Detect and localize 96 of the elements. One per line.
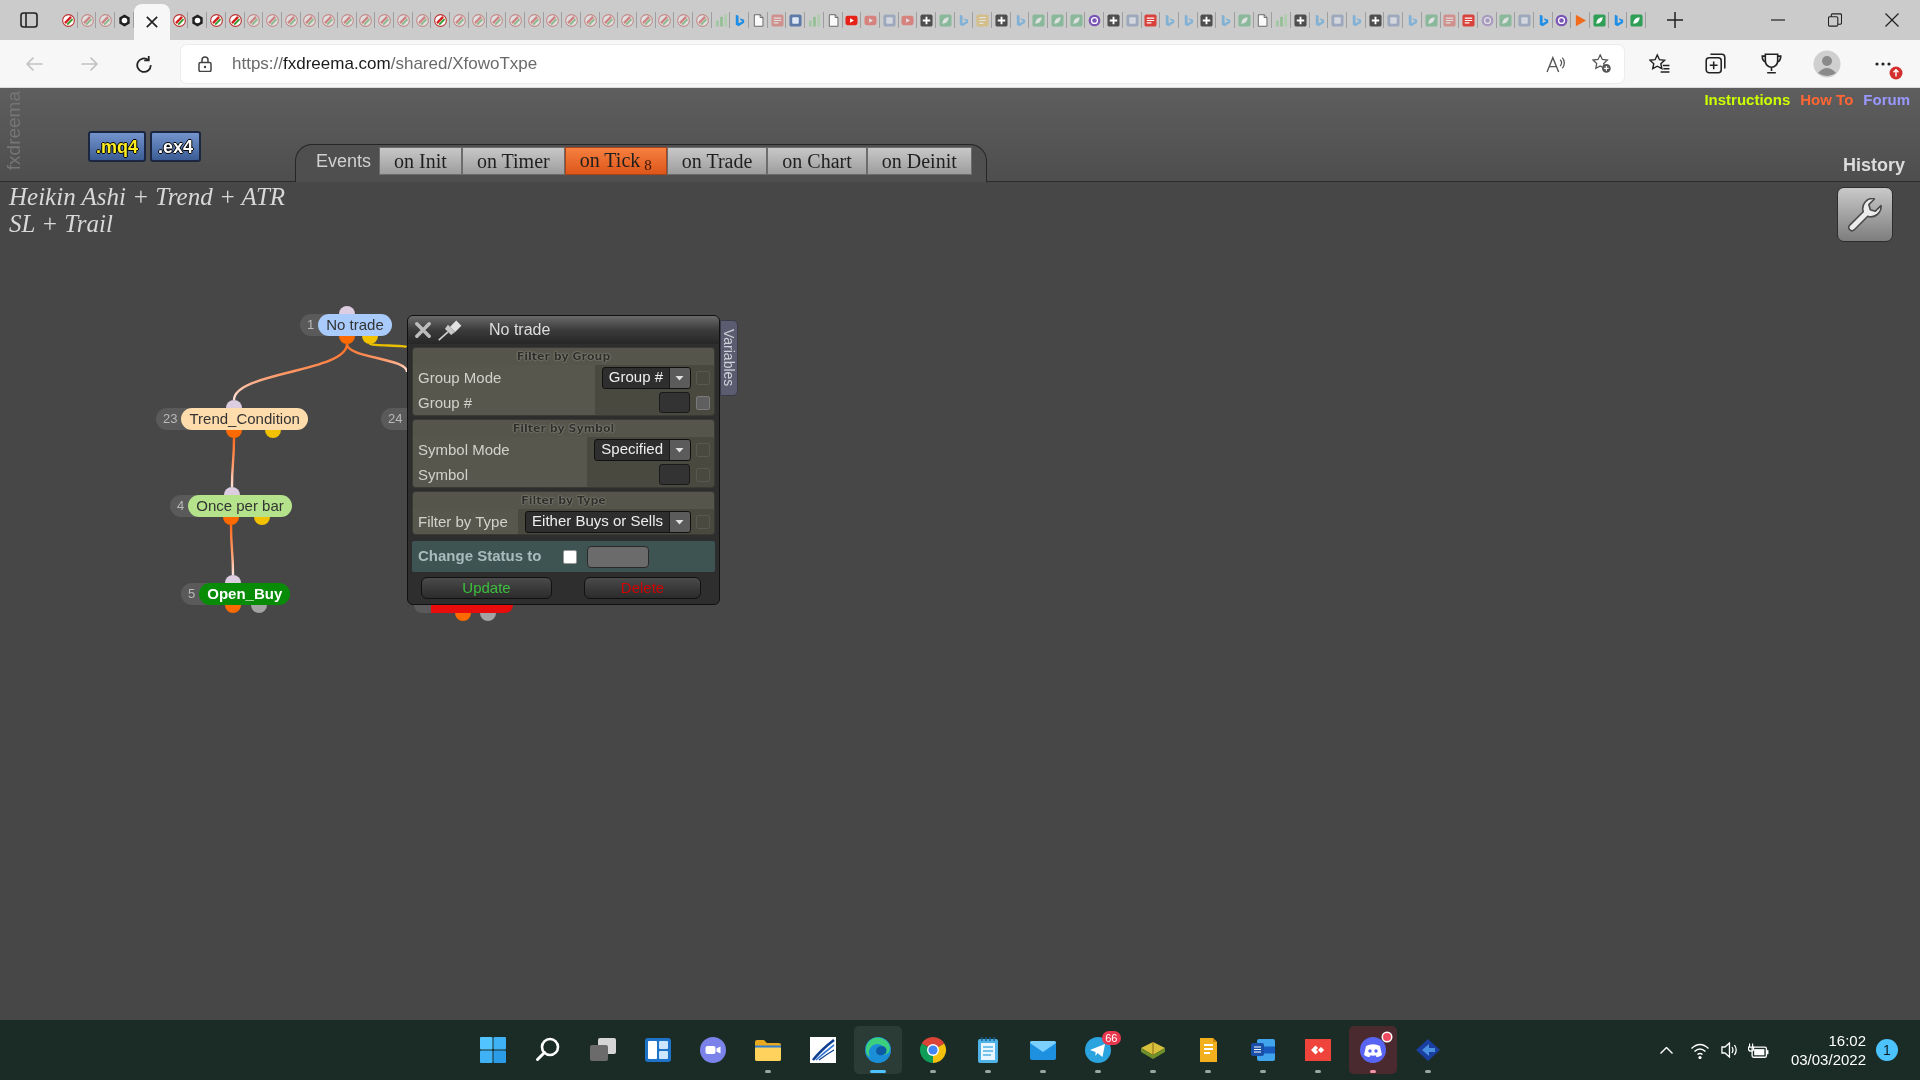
output-port-icon[interactable] bbox=[455, 613, 471, 621]
event-tab[interactable]: on Chart bbox=[767, 147, 867, 175]
notification-badge[interactable]: 1 bbox=[1876, 1039, 1898, 1061]
close-icon bbox=[1884, 13, 1899, 27]
flow-node[interactable]: Once per bar bbox=[188, 495, 292, 517]
diamonds-icon bbox=[1303, 1036, 1332, 1064]
flow-node[interactable]: Open_Buy bbox=[199, 583, 291, 605]
export-button[interactable]: .mq4 bbox=[88, 131, 146, 162]
event-tab[interactable]: on Trade bbox=[666, 147, 768, 175]
dropdown[interactable]: Specified bbox=[594, 438, 691, 461]
dropdown[interactable]: Group # bbox=[601, 366, 691, 389]
notification-dot-icon bbox=[1380, 1031, 1393, 1043]
project-title: Heikin Ashi + Trend + ATR SL + Trail bbox=[9, 183, 287, 237]
field-label: Group # bbox=[413, 390, 595, 415]
close-icon[interactable] bbox=[415, 322, 431, 338]
event-tab[interactable]: on Init bbox=[379, 147, 462, 175]
caret-icon bbox=[669, 367, 690, 388]
speaker-icon[interactable] bbox=[1720, 1042, 1738, 1058]
url-text[interactable]: https://fxdreema.com/shared/XfowoTxpe bbox=[232, 50, 538, 77]
dialog-title: No trade bbox=[489, 320, 551, 340]
swoosh-icon bbox=[808, 1036, 837, 1064]
export-button[interactable]: .ex4 bbox=[150, 131, 202, 162]
flow-node[interactable]: Trend_Condition bbox=[181, 408, 308, 430]
output-port-icon[interactable] bbox=[251, 605, 267, 613]
restore-icon bbox=[1827, 13, 1842, 27]
caret-icon bbox=[669, 511, 690, 532]
wrench-button[interactable] bbox=[1837, 187, 1893, 242]
dropdown[interactable]: Either Buys or Sells bbox=[525, 510, 691, 533]
events-label: Events bbox=[316, 150, 372, 173]
input-field[interactable] bbox=[659, 464, 690, 485]
collections-icon bbox=[1704, 53, 1726, 74]
wave-logo-icon bbox=[863, 1036, 892, 1064]
taskbar-button[interactable] bbox=[1348, 1026, 1397, 1074]
controller-face-icon bbox=[1358, 1036, 1387, 1064]
input-port-icon[interactable] bbox=[339, 306, 355, 314]
stacked-squares-icon bbox=[588, 1036, 617, 1064]
output-port-icon[interactable] bbox=[362, 336, 378, 344]
plus-icon bbox=[1667, 12, 1684, 28]
star-plus-icon[interactable] bbox=[1592, 54, 1611, 73]
output-port-icon[interactable] bbox=[223, 517, 239, 525]
flow-node[interactable] bbox=[414, 605, 513, 613]
lock-icon bbox=[198, 55, 212, 72]
field-label: Symbol bbox=[413, 462, 588, 487]
document-icon bbox=[1248, 1036, 1277, 1064]
count-badge: 66 bbox=[1102, 1031, 1121, 1045]
panels-icon bbox=[643, 1036, 672, 1064]
output-port-icon[interactable] bbox=[480, 613, 496, 621]
field-label: Filter by Type bbox=[413, 509, 519, 534]
wrench-icon bbox=[1848, 197, 1882, 232]
output-port-icon[interactable] bbox=[226, 430, 242, 438]
field-label: Change Status to bbox=[418, 546, 542, 567]
taskbar-button[interactable]: 66 bbox=[1073, 1026, 1122, 1074]
close-icon[interactable] bbox=[145, 16, 158, 28]
history-label[interactable]: History bbox=[1843, 151, 1905, 179]
reload-icon bbox=[135, 54, 153, 73]
checkbox[interactable] bbox=[696, 395, 710, 410]
pin-icon[interactable] bbox=[438, 319, 462, 341]
grid-squares-icon bbox=[478, 1036, 507, 1064]
clock-date[interactable]: 03/03/2022 bbox=[1790, 1050, 1866, 1069]
trophy-icon bbox=[1760, 53, 1782, 74]
avatar-icon bbox=[1813, 49, 1841, 78]
address-bar[interactable]: https://fxdreema.com/shared/XfowoTxpe bbox=[181, 44, 1624, 83]
star-list-icon bbox=[1648, 53, 1670, 74]
video-camera-icon bbox=[698, 1036, 727, 1064]
caret-icon bbox=[669, 439, 690, 460]
field-label: Group Mode bbox=[413, 365, 595, 390]
read-aloud-icon[interactable] bbox=[1546, 54, 1566, 73]
chevron-up-icon[interactable] bbox=[1659, 1046, 1673, 1054]
output-port-icon[interactable] bbox=[225, 605, 241, 613]
nav-link[interactable]: Instructions bbox=[1704, 89, 1791, 112]
taskbar-button[interactable] bbox=[853, 1026, 902, 1074]
flow-node[interactable]: No trade bbox=[318, 314, 392, 336]
minimize-icon bbox=[1770, 19, 1785, 21]
input-port-icon[interactable] bbox=[224, 487, 240, 495]
battery-icon[interactable] bbox=[1747, 1042, 1769, 1058]
event-tab[interactable]: on Tick $_{8}$ bbox=[564, 147, 667, 175]
update-button[interactable]: Update bbox=[421, 577, 552, 599]
colored-circle-icon bbox=[918, 1036, 947, 1064]
output-port-icon[interactable] bbox=[254, 517, 270, 525]
browser-tab[interactable] bbox=[133, 4, 170, 40]
checkbox[interactable] bbox=[563, 549, 578, 564]
field-label: Symbol Mode bbox=[413, 437, 588, 462]
event-tab[interactable]: on Timer bbox=[461, 147, 565, 175]
sidebar-icon bbox=[19, 10, 39, 30]
input-port-icon[interactable] bbox=[226, 400, 242, 408]
input-field[interactable] bbox=[659, 392, 690, 413]
clock-time[interactable]: 16:02 bbox=[1790, 1031, 1866, 1050]
node-number: 24 bbox=[381, 408, 407, 430]
variables-tab[interactable]: Variables bbox=[720, 320, 738, 396]
output-port-icon[interactable] bbox=[339, 336, 355, 344]
wifi-icon[interactable] bbox=[1690, 1041, 1709, 1059]
search-icon bbox=[533, 1036, 562, 1064]
output-port-icon[interactable] bbox=[265, 430, 281, 438]
input-port-icon[interactable] bbox=[225, 575, 241, 583]
event-tab[interactable]: on Deinit bbox=[866, 147, 972, 175]
more-icon bbox=[1875, 61, 1891, 66]
